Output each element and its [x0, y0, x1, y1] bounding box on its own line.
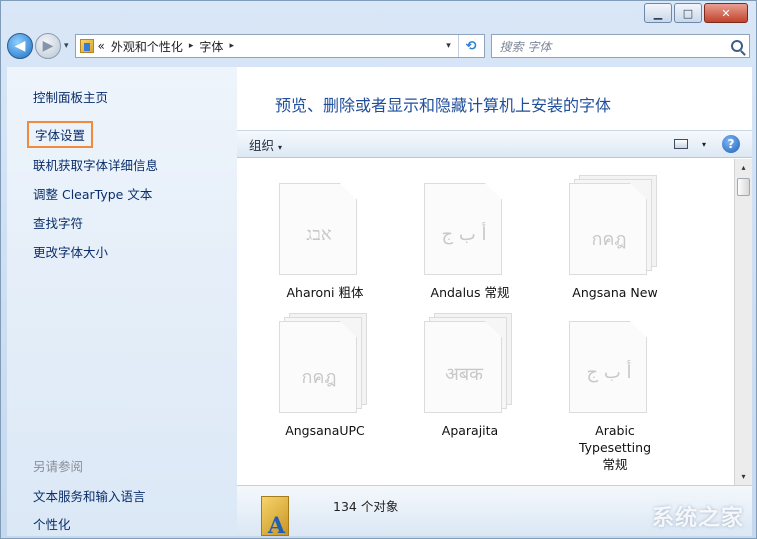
breadcrumb-chevron-icon[interactable]: ▸ — [189, 41, 194, 51]
fonts-folder-icon — [261, 496, 289, 539]
font-item-angsanaupc[interactable]: กคฎ AngsanaUPC — [260, 313, 390, 440]
main-pane: 预览、删除或者显示和隐藏计算机上安装的字体 组织 ▾ ▾ ? אבג Aharon… — [237, 67, 752, 539]
font-family-icon: अबक — [424, 313, 516, 413]
close-button[interactable]: ✕ — [704, 3, 748, 23]
breadcrumb-appearance[interactable]: 外观和个性化 — [111, 38, 183, 55]
font-name: Arabic Typesetting 常规 — [578, 423, 652, 472]
view-options-dropdown[interactable]: ▾ — [702, 140, 706, 149]
page-title: 预览、删除或者显示和隐藏计算机上安装的字体 — [275, 96, 612, 115]
font-name: Aparajita — [441, 423, 499, 438]
command-bar: 组织 ▾ ▾ ? — [237, 130, 752, 158]
font-sample: أ ب ج — [441, 224, 487, 245]
address-bar[interactable]: « 外观和个性化 ▸ 字体 ▸ ▾ ⟲ — [74, 34, 485, 58]
minimize-button[interactable]: ▁ — [644, 3, 672, 23]
font-sample: กคฎ — [301, 367, 337, 388]
watermark-logo: 系统之家 — [651, 506, 744, 531]
breadcrumb-chevron-icon[interactable]: ▸ — [229, 41, 234, 51]
font-name: AngsanaUPC — [285, 423, 365, 438]
back-button[interactable]: ◀ — [7, 33, 33, 59]
fonts-folder-icon — [79, 39, 94, 53]
font-sample: אבג — [306, 224, 332, 245]
font-sample: अबक — [445, 364, 483, 385]
sidebar-item-change-font-size[interactable]: 更改字体大小 — [33, 242, 108, 261]
search-icon[interactable] — [731, 40, 743, 52]
organize-label: 组织 — [249, 137, 275, 153]
font-grid: אבג Aharoni 粗体 أ ب ج Andalus 常规 กคฎ Angs… — [237, 159, 732, 485]
font-family-icon: กคฎ — [279, 313, 371, 413]
breadcrumb-overflow[interactable]: « — [98, 39, 105, 53]
forward-button[interactable]: ▶ — [35, 33, 61, 59]
font-name: Andalus 常规 — [430, 285, 510, 300]
help-icon[interactable]: ? — [722, 135, 740, 153]
maximize-button[interactable]: □ — [674, 3, 702, 23]
navigation-bar: ◀ ▶ ▾ « 外观和个性化 ▸ 字体 ▸ ▾ ⟲ 搜索 字体 — [7, 31, 750, 61]
breadcrumb-fonts[interactable]: 字体 — [199, 38, 223, 55]
sidebar-item-find-character[interactable]: 查找字符 — [33, 213, 83, 232]
font-family-icon: กคฎ — [569, 175, 661, 275]
scroll-down-button[interactable]: ▾ — [735, 468, 752, 485]
address-dropdown-button[interactable]: ▾ — [440, 41, 458, 51]
caption-buttons: ▁ □ ✕ — [644, 3, 748, 23]
font-item-arabic-typesetting[interactable]: أ ب ج Arabic Typesetting 常规 — [550, 313, 680, 474]
chevron-down-icon: ▾ — [278, 142, 283, 152]
left-navigation-pane: 控制面板主页 字体设置 联机获取字体详细信息 调整 ClearType 文本 查… — [7, 67, 237, 536]
explorer-window: ▁ □ ✕ ◀ ▶ ▾ « 外观和个性化 ▸ 字体 ▸ ▾ ⟲ 搜索 字体 控制… — [0, 0, 757, 539]
sidebar-item-font-settings[interactable]: 字体设置 — [27, 121, 94, 148]
font-file-icon: أ ب ج — [569, 313, 661, 413]
search-box[interactable]: 搜索 字体 — [490, 34, 750, 58]
scroll-thumb[interactable] — [737, 178, 750, 196]
font-item-aparajita[interactable]: अबक Aparajita — [405, 313, 535, 440]
font-name: Angsana New — [572, 285, 658, 300]
font-name: Aharoni 粗体 — [286, 285, 364, 300]
font-file-icon: أ ب ج — [424, 175, 516, 275]
see-also-text-services-link[interactable]: 文本服务和输入语言 — [33, 486, 146, 505]
vertical-scrollbar[interactable]: ▴ ▾ — [734, 159, 752, 485]
change-view-icon[interactable] — [673, 139, 688, 149]
sidebar-item-get-font-info-online[interactable]: 联机获取字体详细信息 — [33, 155, 158, 174]
font-item-angsana-new[interactable]: กคฎ Angsana New — [550, 175, 680, 302]
font-file-icon: אבג — [279, 175, 371, 275]
details-pane: 134 个对象 系统之家 — [237, 485, 752, 539]
font-sample: أ ب ج — [586, 362, 632, 383]
see-also-heading: 另请参阅 — [33, 459, 84, 474]
recent-pages-dropdown[interactable]: ▾ — [64, 41, 69, 51]
control-panel-home-link[interactable]: 控制面板主页 — [33, 87, 108, 106]
font-item-andalus[interactable]: أ ب ج Andalus 常规 — [405, 175, 535, 302]
sidebar-item-adjust-cleartype[interactable]: 调整 ClearType 文本 — [33, 184, 152, 203]
scroll-up-button[interactable]: ▴ — [735, 159, 752, 176]
font-item-aharoni[interactable]: אבג Aharoni 粗体 — [260, 175, 390, 302]
see-also-personalization-link[interactable]: 个性化 — [33, 514, 71, 533]
font-sample: กคฎ — [591, 229, 627, 250]
refresh-button[interactable]: ⟲ — [457, 35, 484, 57]
search-placeholder: 搜索 字体 — [499, 39, 552, 54]
organize-menu-button[interactable]: 组织 ▾ — [249, 135, 282, 154]
item-count: 134 个对象 — [333, 499, 399, 514]
